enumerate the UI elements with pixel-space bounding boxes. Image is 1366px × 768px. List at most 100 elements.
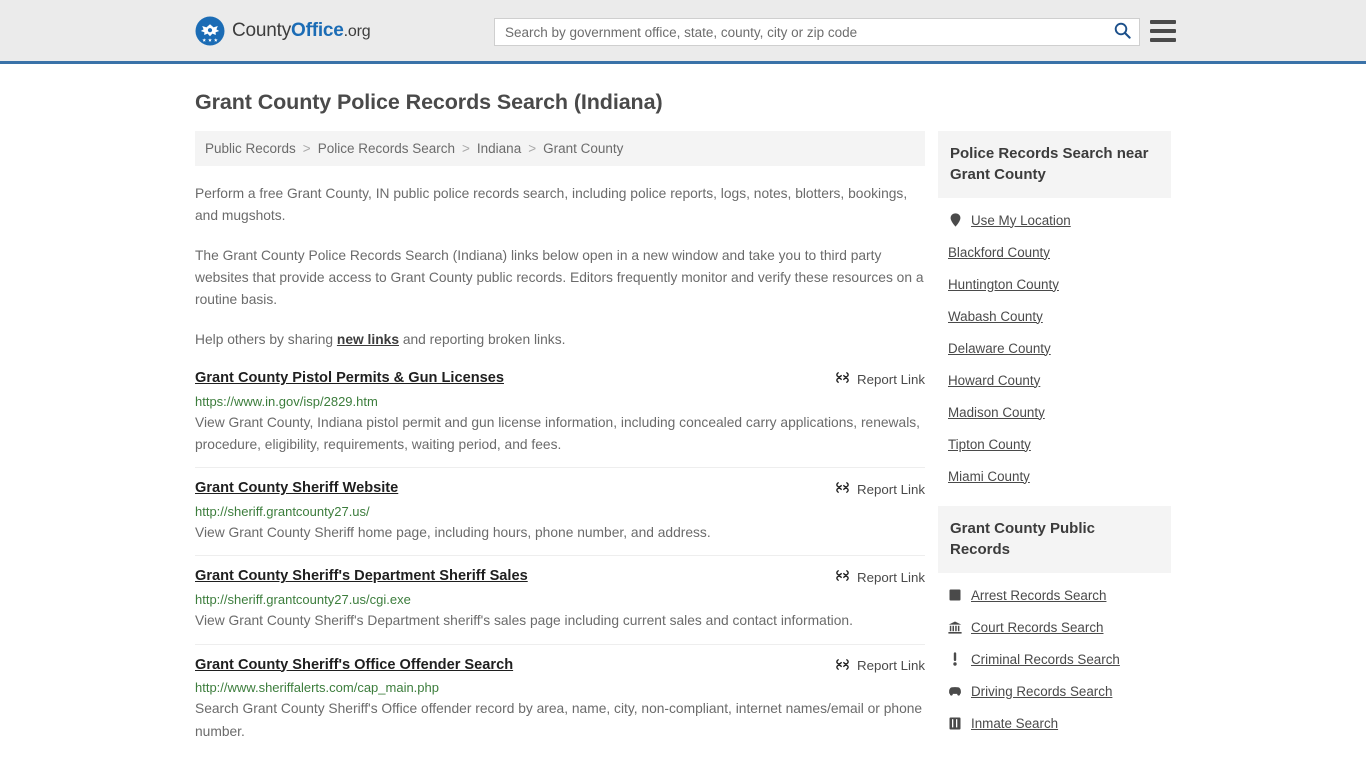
sidebar-item-arrest-records-search[interactable]: Arrest Records Search	[948, 579, 1171, 611]
public-records-panel-heading: Grant County Public Records	[938, 506, 1171, 573]
sidebar-item-tipton-county[interactable]: Tipton County	[948, 428, 1171, 460]
result-description: View Grant County Sheriff's Department s…	[195, 613, 853, 629]
sidebar-item-madison-county[interactable]: Madison County	[948, 396, 1171, 428]
sidebar-link-blackford-county[interactable]: Blackford County	[948, 245, 1050, 260]
sidebar-link-huntington-county[interactable]: Huntington County	[948, 277, 1059, 292]
site-logo[interactable]: CountyOffice.org	[195, 16, 371, 46]
sidebar-link-wabash-county[interactable]: Wabash County	[948, 309, 1043, 324]
sidebar-item-blackford-county[interactable]: Blackford County	[948, 236, 1171, 268]
intro-p3-before: Help others by sharing	[195, 331, 337, 347]
eagle-seal-icon	[195, 16, 225, 46]
broken-link-icon	[835, 657, 850, 675]
sidebar-item-driving-records-search[interactable]: Driving Records Search	[948, 675, 1171, 707]
sidebar-item-criminal-records-search[interactable]: Criminal Records Search	[948, 643, 1171, 675]
main-column: Public Records > Police Records Search >…	[195, 131, 925, 765]
result-url[interactable]: https://www.in.gov/isp/2829.htm	[195, 394, 925, 409]
sidebar-link-inmate-search[interactable]: Inmate Search	[971, 716, 1058, 731]
sidebar-item-huntington-county[interactable]: Huntington County	[948, 268, 1171, 300]
result-description: View Grant County, Indiana pistol permit…	[195, 414, 920, 453]
intro-text: Perform a free Grant County, IN public p…	[195, 183, 925, 351]
breadcrumb-separator: >	[462, 141, 470, 156]
report-link-label: Report Link	[857, 371, 925, 387]
site-header: CountyOffice.org	[0, 0, 1366, 64]
search-icon	[1114, 22, 1131, 42]
result-description: Search Grant County Sheriff's Office off…	[195, 701, 923, 739]
map-pin-icon	[948, 213, 962, 228]
breadcrumb-item-public-records[interactable]: Public Records	[205, 141, 296, 156]
report-link-label: Report Link	[857, 569, 925, 585]
broken-link-icon	[835, 370, 850, 388]
breadcrumb-separator: >	[528, 141, 537, 156]
sidebar-item-wabash-county[interactable]: Wabash County	[948, 300, 1171, 332]
jail-icon	[948, 716, 962, 731]
result-url[interactable]: http://sheriff.grantcounty27.us/	[195, 504, 925, 519]
exclamation-icon	[948, 652, 962, 667]
result-item: Grant County Pistol Permits & Gun Licens…	[195, 369, 925, 469]
hamburger-menu-icon[interactable]	[1150, 20, 1176, 42]
report-link-label: Report Link	[857, 658, 925, 673]
new-links-link[interactable]: new links	[337, 332, 399, 347]
sidebar-item-court-records-search[interactable]: Court Records Search	[948, 611, 1171, 643]
sidebar: Police Records Search near Grant County …	[938, 131, 1171, 765]
broken-link-icon	[835, 480, 850, 498]
page-container: Grant County Police Records Search (Indi…	[0, 90, 1366, 765]
hamburger-bar-3	[1150, 38, 1176, 42]
breadcrumb-item-grant-county[interactable]: Grant County	[543, 141, 623, 156]
result-item: Grant County Sheriff's Office Offender S…	[195, 656, 925, 754]
search-button[interactable]	[1105, 19, 1139, 45]
result-header: Grant County Sheriff Website Report Link	[195, 479, 925, 499]
search-bar	[494, 18, 1140, 46]
sidebar-link-madison-county[interactable]: Madison County	[948, 405, 1045, 420]
sidebar-link-driving-records-search[interactable]: Driving Records Search	[971, 684, 1112, 699]
report-link-button[interactable]: Report Link	[835, 479, 925, 498]
sidebar-link-use-my-location[interactable]: Use My Location	[971, 213, 1071, 228]
sidebar-link-miami-county[interactable]: Miami County	[948, 469, 1030, 484]
result-title-link[interactable]: Grant County Sheriff's Department Sherif…	[195, 567, 528, 587]
intro-paragraph-1: Perform a free Grant County, IN public p…	[195, 186, 908, 224]
sidebar-link-delaware-county[interactable]: Delaware County	[948, 341, 1051, 356]
result-title-link[interactable]: Grant County Sheriff Website	[195, 479, 398, 499]
logo-text-county: County	[232, 19, 292, 41]
result-url[interactable]: http://www.sheriffalerts.com/cap_main.ph…	[195, 680, 925, 695]
public-records-panel: Grant County Public Records Arrest Recor…	[938, 506, 1171, 739]
intro-p3-after: and reporting broken links.	[399, 331, 566, 347]
result-item: Grant County Sheriff's Department Sherif…	[195, 567, 925, 645]
car-icon	[948, 684, 962, 699]
sidebar-item-use-my-location[interactable]: Use My Location	[948, 204, 1171, 236]
report-link-button[interactable]: Report Link	[835, 567, 925, 586]
result-item: Grant County Sheriff Website Report Link…	[195, 479, 925, 557]
sidebar-link-criminal-records-search[interactable]: Criminal Records Search	[971, 652, 1120, 667]
sidebar-link-howard-county[interactable]: Howard County	[948, 373, 1040, 388]
breadcrumb-item-indiana[interactable]: Indiana	[477, 141, 521, 156]
logo-text-office: Office	[291, 19, 344, 41]
page-title: Grant County Police Records Search (Indi…	[195, 90, 663, 114]
result-url[interactable]: http://sheriff.grantcounty27.us/cgi.exe	[195, 592, 925, 607]
sidebar-item-miami-county[interactable]: Miami County	[948, 460, 1171, 492]
sidebar-link-tipton-county[interactable]: Tipton County	[948, 437, 1031, 452]
sidebar-item-inmate-search[interactable]: Inmate Search	[948, 707, 1171, 739]
sidebar-item-delaware-county[interactable]: Delaware County	[948, 332, 1171, 364]
result-header: Grant County Pistol Permits & Gun Licens…	[195, 369, 925, 389]
results-list: Grant County Pistol Permits & Gun Licens…	[195, 369, 925, 754]
breadcrumb-item-police-records-search[interactable]: Police Records Search	[318, 141, 455, 156]
result-header: Grant County Sheriff's Office Offender S…	[195, 656, 925, 676]
courthouse-icon	[948, 620, 962, 635]
sidebar-link-court-records-search[interactable]: Court Records Search	[971, 620, 1103, 635]
search-input[interactable]	[495, 19, 1105, 45]
sidebar-link-arrest-records-search[interactable]: Arrest Records Search	[971, 588, 1106, 603]
breadcrumb: Public Records > Police Records Search >…	[195, 131, 925, 166]
sidebar-item-howard-county[interactable]: Howard County	[948, 364, 1171, 396]
nearby-panel-body: Use My Location Blackford County Hunting…	[938, 198, 1171, 492]
public-records-panel-body: Arrest Records Search Court Records Sear…	[938, 573, 1171, 739]
result-title-link[interactable]: Grant County Pistol Permits & Gun Licens…	[195, 369, 504, 389]
result-title-link[interactable]: Grant County Sheriff's Office Offender S…	[195, 656, 513, 676]
intro-paragraph-3: Help others by sharing new links and rep…	[195, 329, 925, 351]
report-link-button[interactable]: Report Link	[835, 656, 925, 675]
site-logo-text: CountyOffice.org	[232, 19, 371, 42]
result-header: Grant County Sheriff's Department Sherif…	[195, 567, 925, 587]
result-description: View Grant County Sheriff home page, inc…	[195, 525, 711, 541]
nearby-panel: Police Records Search near Grant County …	[938, 131, 1171, 492]
report-link-label: Report Link	[857, 481, 925, 497]
broken-link-icon	[835, 568, 850, 586]
report-link-button[interactable]: Report Link	[835, 369, 925, 388]
